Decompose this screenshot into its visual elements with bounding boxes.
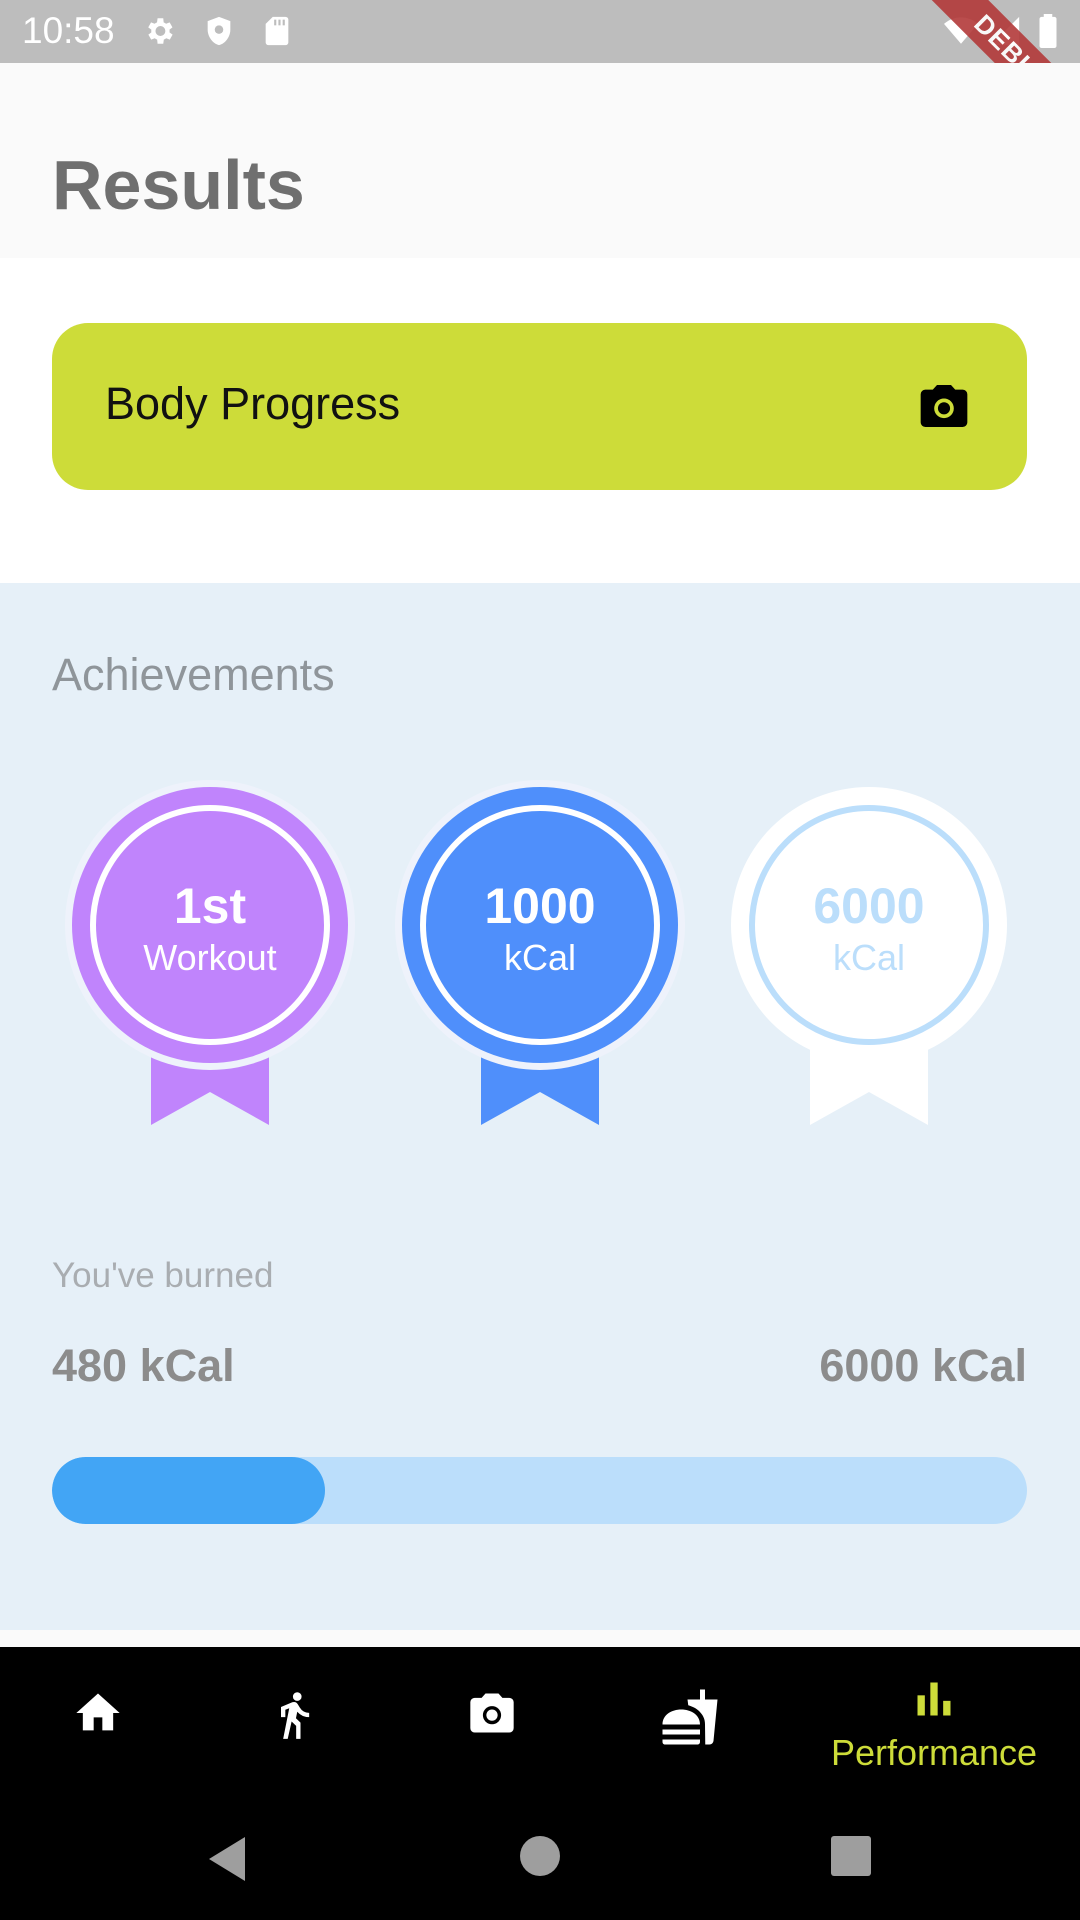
camera-icon [470,1693,514,1733]
calorie-progress-fill [52,1457,325,1524]
running-icon [281,1692,310,1739]
medal-first-workout: 1st Workout [65,780,355,1130]
medal-title: 6000 [813,878,925,934]
camera-icon [916,378,972,434]
medal-6000-kcal: 6000 kCal [724,780,1014,1130]
page-title: Results [52,146,305,224]
shield-icon [202,14,236,48]
app-bar: Results [0,63,1080,258]
burned-goal: 6000 kCal [819,1340,1027,1391]
gear-icon [142,14,176,48]
recents-icon[interactable] [830,1835,872,1877]
home-icon [76,1693,120,1731]
medal-subtitle: kCal [832,937,906,978]
status-time: 10:58 [22,10,115,51]
nav-food[interactable] [588,1647,784,1795]
nav-home[interactable] [0,1647,196,1795]
burned-label: You've burned [52,1256,274,1295]
nav-performance[interactable]: Performance [826,1647,1042,1795]
body-progress-label: Body Progress [105,378,401,429]
medal-subtitle: kCal [503,937,577,978]
back-icon[interactable] [205,1835,249,1883]
nav-workout[interactable] [196,1647,392,1795]
battery-icon [1036,14,1070,48]
medal-title: 1000 [484,878,596,934]
calorie-progress-bar [52,1457,1027,1524]
system-navigation-bar [0,1795,1080,1920]
body-progress-button[interactable]: Body Progress [52,323,1027,490]
body-progress-section: Body Progress [0,258,1080,583]
fastfood-icon [662,1689,718,1745]
nav-performance-label: Performance [830,1732,1038,1773]
burned-current: 480 kCal [52,1340,235,1391]
medal-subtitle: Workout [143,937,277,978]
bottom-navigation: Performance [0,1647,1080,1795]
sd-card-icon [260,14,294,48]
achievements-section: Achievements 1st Workout 1000 kCal 6000 … [0,583,1080,1630]
medal-title: 1st [173,878,247,934]
nav-camera[interactable] [392,1647,588,1795]
status-bar: 10:58 DEBUG [0,0,1080,161]
medal-1000-kcal: 1000 kCal [395,780,685,1130]
bar-chart-icon [917,1682,951,1716]
achievements-title: Achievements [52,649,335,700]
home-circle-icon[interactable] [519,1835,561,1877]
